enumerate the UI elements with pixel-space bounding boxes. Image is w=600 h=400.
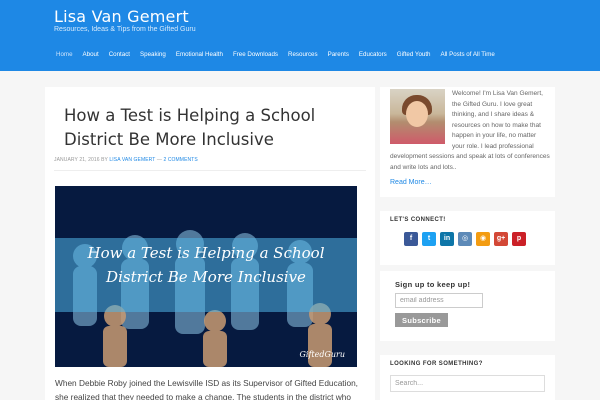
post-meta-separator: — [156,157,162,163]
read-more-link[interactable]: Read More… [390,179,432,186]
post-author-link[interactable]: LISA VAN GEMERT [109,157,155,163]
linkedin-icon[interactable]: in [440,232,454,246]
nav-item-free-downloads[interactable]: Free Downloads [233,47,278,63]
meta-divider [54,170,366,171]
nav-item-parents[interactable]: Parents [328,47,349,63]
sidebar: Welcome! I'm Lisa Van Gemert, the Gifted… [380,87,555,400]
post-date: JANUARY 21, 2016 [54,157,100,163]
nav-item-contact[interactable]: Contact [109,47,130,63]
post-excerpt: When Debbie Roby joined the Lewisville I… [55,378,358,400]
nav-item-speaking[interactable]: Speaking [140,47,166,63]
nav-item-about[interactable]: About [83,47,99,63]
google-plus-icon[interactable]: g+ [494,232,508,246]
search-heading: LOOKING FOR SOMETHING? [390,361,483,367]
nav-item-all-posts[interactable]: All Posts of All Time [441,47,495,63]
connect-widget: LET'S CONNECT! f t in ◎ ◉ g+ p [380,211,555,265]
rss-icon[interactable]: ◉ [476,232,490,246]
signup-label: Sign up to keep up! [395,280,471,289]
image-title-line2: District Be More Inclusive [106,268,306,286]
author-avatar [390,89,445,144]
nav-item-emotional-health[interactable]: Emotional Health [176,47,223,63]
email-field[interactable] [395,293,483,308]
site-description: Resources, Ideas & Tips from the Gifted … [54,26,196,33]
featured-image[interactable]: How a Test is Helping a School District … [55,186,357,367]
nav-item-resources[interactable]: Resources [288,47,318,63]
instagram-icon[interactable]: ◎ [458,232,472,246]
facebook-icon[interactable]: f [404,232,418,246]
post-meta: JANUARY 21, 2016 BY LISA VAN GEMERT — 2 … [54,157,198,163]
image-title-line1: How a Test is Helping a School [87,244,325,262]
post-by: BY [101,157,108,163]
connect-heading: LET'S CONNECT! [390,217,446,223]
main-content: How a Test is Helping a School District … [45,87,375,400]
site-header: Lisa Van Gemert Resources, Ideas & Tips … [0,0,600,71]
signup-widget: Sign up to keep up! Subscribe [380,271,555,341]
twitter-icon[interactable]: t [422,232,436,246]
site-title[interactable]: Lisa Van Gemert [54,7,189,26]
nav-item-educators[interactable]: Educators [359,47,387,63]
search-input[interactable] [390,375,545,392]
about-widget: Welcome! I'm Lisa Van Gemert, the Gifted… [380,87,555,197]
image-signature: GiftedGuru [299,350,346,359]
post-comments-link[interactable]: 2 COMMENTS [163,157,197,163]
pinterest-icon[interactable]: p [512,232,526,246]
social-icons: f t in ◎ ◉ g+ p [404,232,530,246]
nav-item-gifted-youth[interactable]: Gifted Youth [397,47,431,63]
nav-item-home[interactable]: Home [56,47,73,63]
subscribe-button[interactable]: Subscribe [395,313,448,327]
main-nav: Home About Contact Speaking Emotional He… [56,47,505,63]
post-title[interactable]: How a Test is Helping a School District … [64,104,369,152]
search-widget: LOOKING FOR SOMETHING? [380,355,555,400]
